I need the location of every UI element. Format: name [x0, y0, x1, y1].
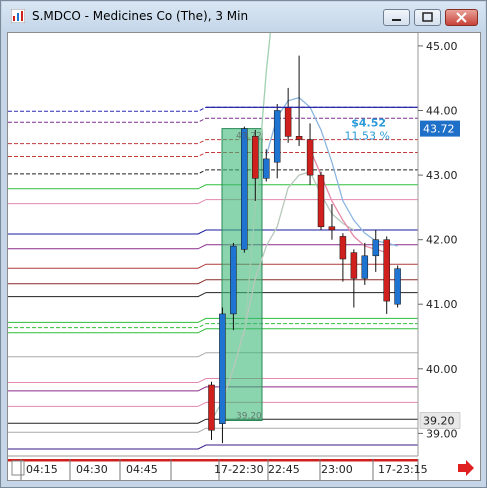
time-tick-label: 22:45 [268, 463, 300, 476]
time-tick-label: 23:00 [321, 463, 353, 476]
candle-down [284, 107, 292, 137]
candle-up [273, 110, 281, 163]
chart-window: S.MDCO - Medicines Co (The), 3 Min $4.52… [0, 0, 487, 488]
time-tick-label: 17-22:30 [214, 463, 264, 476]
annotation-change: $4.52 [351, 117, 386, 130]
candle-down [208, 384, 215, 431]
candle-down [317, 174, 325, 228]
price-tick-label: 44.00 [426, 105, 458, 118]
candle-up [219, 313, 226, 424]
time-tick-label: 04:45 [126, 463, 158, 476]
close-icon [456, 12, 467, 23]
close-button[interactable] [445, 9, 478, 26]
maximize-button[interactable] [414, 9, 441, 26]
price-chart[interactable]: $4.52 11.53 % 43.72 39.20 45.00 44.00 43.0… [8, 20, 480, 480]
candle-down [383, 239, 390, 302]
annotation-top-label: 43.72 [236, 132, 262, 142]
chart-app-icon [11, 9, 25, 23]
candle-down [339, 236, 347, 260]
time-tick-label: 04:15 [26, 463, 58, 476]
candle-up [230, 245, 237, 315]
price-tick-label: 43.00 [426, 169, 458, 182]
price-tick-label: 41.00 [426, 298, 458, 311]
candle-up [361, 255, 369, 279]
annotation-bottom-label: 39.20 [236, 412, 262, 422]
candle-down [295, 136, 303, 140]
chart-area[interactable]: $4.52 11.53 % 43.72 39.20 45.00 44.00 43.0… [7, 20, 481, 481]
time-tick-label: 17-23:15 [378, 463, 428, 476]
candle-down [350, 252, 358, 279]
title-bar[interactable]: S.MDCO - Medicines Co (The), 3 Min [2, 2, 485, 30]
window-title: S.MDCO - Medicines Co (The), 3 Min [32, 9, 249, 23]
candle-down [306, 139, 314, 176]
candle-down [252, 136, 259, 179]
candle-up [394, 268, 401, 305]
price-tick-label: 45.00 [426, 40, 458, 53]
price-tick-label: 39.00 [426, 427, 458, 440]
marker-price-label: 39.20 [423, 415, 455, 428]
minimize-button[interactable] [383, 9, 410, 26]
candle-down [328, 226, 336, 231]
annotation-percent: 11.53 % [345, 130, 390, 143]
scroll-thumb[interactable] [11, 460, 25, 476]
minimize-icon [392, 19, 401, 21]
candle-up [241, 128, 248, 250]
candle-up [372, 239, 380, 257]
current-price-label: 43.72 [423, 123, 455, 136]
time-tick-label: 04:30 [76, 463, 108, 476]
maximize-icon [422, 12, 433, 22]
price-tick-label: 40.00 [426, 363, 458, 376]
price-tick-label: 42.00 [426, 234, 458, 247]
candle-up [263, 158, 270, 179]
